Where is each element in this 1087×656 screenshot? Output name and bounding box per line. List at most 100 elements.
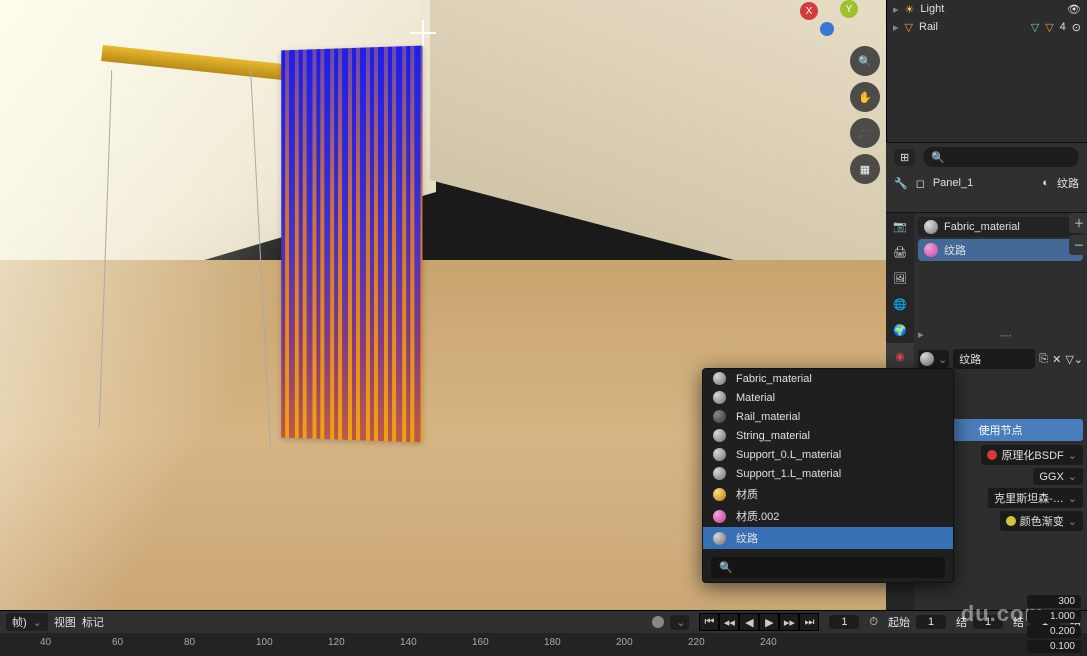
copy-icon[interactable]: ⎘ (1039, 353, 1048, 366)
transport-controls: ⏮ ◂◂ ◀ ▶ ▸▸ ⏭ (699, 613, 819, 631)
distribution-select[interactable]: GGX (1033, 468, 1083, 485)
sphere-icon (920, 352, 934, 366)
start-frame-field[interactable]: 1 (916, 615, 946, 629)
tab-world[interactable]: 🌍 (886, 317, 914, 343)
material-option[interactable]: Support_1.L_material (703, 464, 953, 483)
material-option[interactable]: 材质.002 (703, 505, 953, 527)
end-frame-field[interactable]: 1 (973, 615, 1003, 629)
param-val[interactable]: 0.200 (1027, 625, 1081, 638)
wrench-icon[interactable]: 🔧 (894, 177, 908, 190)
tick-label: 240 (760, 637, 777, 648)
material-option-label: 材质 (736, 486, 758, 502)
tab-scene[interactable]: 🌐 (886, 291, 914, 317)
outliner-row-light[interactable]: ▸ ☀ Light 👁 (887, 0, 1087, 18)
play-reverse-button[interactable]: ◀ (739, 613, 759, 631)
cursor-3d-icon (410, 20, 436, 46)
play-button[interactable]: ▶ (759, 613, 779, 631)
material-option[interactable]: 材质 (703, 483, 953, 505)
autokey-icon[interactable] (652, 616, 664, 628)
outliner-badge: 4 (1060, 21, 1066, 33)
search-icon: 🔍 (719, 561, 733, 574)
zoom-icon[interactable]: 🔍 (850, 46, 880, 76)
material-slot-1[interactable]: 纹路 (918, 239, 1083, 261)
editor-type-dropdown[interactable]: ⊞ (894, 149, 915, 166)
orientation-gizmo[interactable]: X Y (800, 0, 880, 40)
param-val[interactable]: 0.100 (1027, 640, 1081, 653)
modifier-icon[interactable]: ▽ (1031, 21, 1039, 34)
popup-search-input[interactable]: 🔍 (711, 557, 945, 578)
material-browse-dropdown[interactable] (918, 350, 949, 368)
tab-render[interactable]: 📷 (886, 213, 914, 239)
slot-sphere-icon: ◐ (1042, 177, 1049, 189)
header-search-input[interactable]: 🔍 (923, 147, 1079, 167)
timeline-ruler[interactable]: 406080100120140160180200220240 (0, 633, 1087, 656)
tick-label: 120 (328, 637, 345, 648)
tick-label: 80 (184, 637, 195, 648)
view-menu[interactable]: 视图 (54, 614, 76, 630)
marker-menu[interactable]: 标记 (82, 614, 104, 630)
shader-header: ⊞ 🔍 🔧 ◻ Panel_1 ◐ 纹路 (886, 142, 1087, 212)
tab-material[interactable]: ◉ (886, 343, 914, 369)
frame-menu[interactable]: 帧) (6, 613, 48, 631)
outliner-item-label: Light (920, 3, 944, 15)
keying-dropdown[interactable] (670, 615, 689, 630)
jump-end-button[interactable]: ⏭ (799, 613, 819, 631)
material-slot-0[interactable]: Fabric_material (918, 217, 1083, 237)
gizmo-x-icon[interactable]: X (800, 2, 818, 20)
material-swatch-icon (713, 510, 726, 523)
unlink-icon[interactable]: ✕ (1052, 353, 1061, 366)
camera-icon[interactable]: 🎥 (850, 118, 880, 148)
material-option-label: Rail_material (736, 411, 800, 423)
remove-slot-button[interactable]: － (1069, 235, 1087, 255)
tick-label: 200 (616, 637, 633, 648)
material-name-field[interactable]: 纹路 (953, 349, 1035, 369)
material-swatch-icon (713, 532, 726, 545)
start-label: 起始 (888, 614, 910, 630)
popup-search-field[interactable] (739, 560, 937, 575)
base-color-select[interactable]: 颜色渐变 (1000, 511, 1083, 531)
surface-shader-select[interactable]: 原理化BSDF (981, 445, 1083, 465)
keyframe-next-button[interactable]: ▸▸ (779, 613, 799, 631)
slot-name: 纹路 (1057, 175, 1079, 191)
tab-output[interactable]: 🖨 (886, 239, 914, 265)
material-option[interactable]: String_material (703, 426, 953, 445)
gizmo-y-icon[interactable]: Y (840, 0, 858, 18)
outliner-row-rail[interactable]: ▸ ▽ Rail ▽ ▽ 4 ⊙ (887, 18, 1087, 36)
subsurface-select[interactable]: 克里斯坦森-… (988, 488, 1083, 508)
material-option[interactable]: Rail_material (703, 407, 953, 426)
material-swatch-icon (713, 410, 726, 423)
tick-label: 60 (112, 637, 123, 648)
material-option[interactable]: Fabric_material (703, 369, 953, 388)
keyframe-prev-button[interactable]: ◂◂ (719, 613, 739, 631)
grid-icon[interactable]: ▦ (850, 154, 880, 184)
material-option-label: Support_1.L_material (736, 468, 841, 480)
nodes-icon: ⊞ (900, 151, 909, 164)
jump-start-button[interactable]: ⏮ (699, 613, 719, 631)
material-option[interactable]: 纹路 (703, 527, 953, 549)
current-frame-field[interactable]: 1 (829, 615, 859, 629)
slot-expand[interactable]: ▸ ᠁ (918, 323, 1083, 346)
tick-label: 40 (40, 637, 51, 648)
tick-label: 140 (400, 637, 417, 648)
tab-viewlayer[interactable]: 🖼 (886, 265, 914, 291)
mesh-badge-icon: ▽ (1045, 21, 1053, 34)
expand-icon[interactable]: ▸ (893, 3, 899, 16)
visibility-toggles[interactable]: 👁 (1067, 3, 1081, 16)
visibility-eye-icon[interactable]: ⊙ (1072, 21, 1081, 34)
param-val[interactable]: 1.000 (1027, 610, 1081, 623)
param-val[interactable]: 300 (1027, 595, 1081, 608)
material-option[interactable]: Support_0.L_material (703, 445, 953, 464)
pan-icon[interactable]: ✋ (850, 82, 880, 112)
tick-label: 220 (688, 637, 705, 648)
material-option-label: Fabric_material (736, 373, 812, 385)
material-option[interactable]: Material (703, 388, 953, 407)
tick-label: 180 (544, 637, 561, 648)
material-option-label: Support_0.L_material (736, 449, 841, 461)
new-variant-icon[interactable]: ▽⌄ (1065, 353, 1083, 366)
gizmo-z-icon[interactable] (820, 22, 834, 36)
expand-icon[interactable]: ▸ (893, 21, 899, 34)
add-slot-button[interactable]: ＋ (1069, 213, 1087, 233)
outliner-item-label: Rail (919, 21, 938, 33)
search-icon: 🔍 (931, 151, 945, 164)
stopwatch-icon[interactable]: ⏱ (869, 616, 878, 629)
